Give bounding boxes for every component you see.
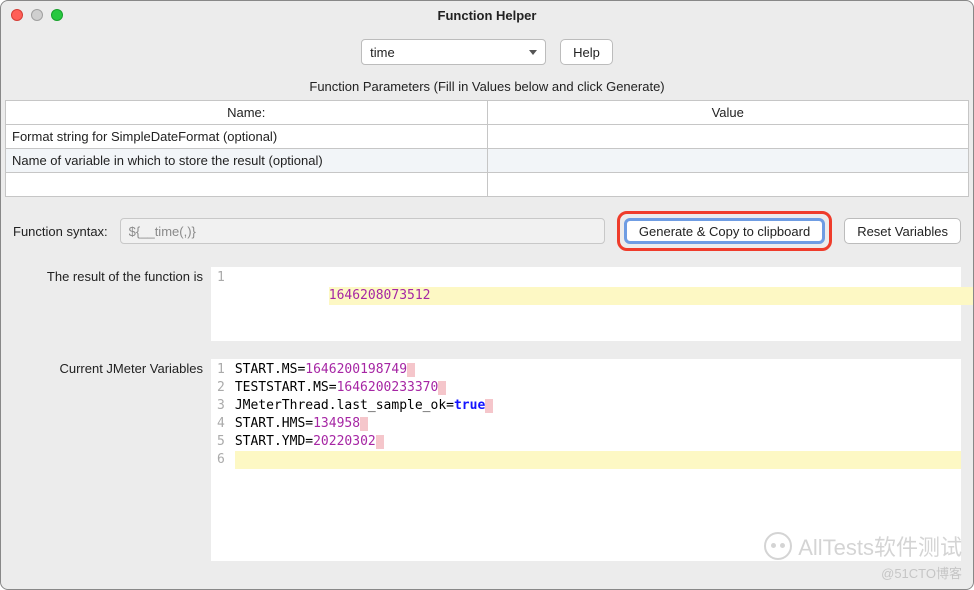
zoom-icon[interactable] <box>51 9 63 21</box>
param-name-cell: Format string for SimpleDateFormat (opti… <box>6 125 488 149</box>
generate-button[interactable]: Generate & Copy to clipboard <box>624 218 825 244</box>
minimize-icon <box>31 9 43 21</box>
param-value-cell[interactable] <box>487 125 969 149</box>
window-title: Function Helper <box>11 8 963 23</box>
content: time Help Function Parameters (Fill in V… <box>1 29 973 589</box>
result-area: The result of the function is 1 16462080… <box>5 267 969 585</box>
window: Function Helper time Help Function Param… <box>0 0 974 590</box>
code-line: START.MS=1646200198749 <box>235 361 961 379</box>
generate-highlight: Generate & Copy to clipboard <box>617 211 832 251</box>
variables-row: Current JMeter Variables 1 2 3 4 5 6 STA… <box>13 359 961 561</box>
function-select-value: time <box>370 45 395 60</box>
function-syntax-input[interactable] <box>120 218 605 244</box>
variables-lines: START.MS=1646200198749TESTSTART.MS=16462… <box>235 359 961 561</box>
variables-gutter: 1 2 3 4 5 6 <box>211 359 235 561</box>
params-table-wrap: Name: Value Format string for SimpleDate… <box>5 100 969 197</box>
table-row: Name of variable in which to store the r… <box>6 149 969 173</box>
code-line: START.YMD=20220302 <box>235 433 961 451</box>
param-value-cell[interactable] <box>487 149 969 173</box>
help-button[interactable]: Help <box>560 39 613 65</box>
reset-variables-button[interactable]: Reset Variables <box>844 218 961 244</box>
table-row-empty <box>6 173 969 197</box>
result-codebox[interactable]: 1 1646208073512 <box>211 267 961 341</box>
result-label: The result of the function is <box>13 267 203 341</box>
variables-codebox[interactable]: 1 2 3 4 5 6 START.MS=1646200198749TESTST… <box>211 359 961 561</box>
close-icon[interactable] <box>11 9 23 21</box>
code-line: START.HMS=134958 <box>235 415 961 433</box>
function-select[interactable]: time <box>361 39 546 65</box>
code-line: TESTSTART.MS=1646200233370 <box>235 379 961 397</box>
titlebar: Function Helper <box>1 1 973 29</box>
code-line-empty <box>235 451 961 469</box>
empty-cell <box>487 173 969 197</box>
generate-button-label: Generate & Copy to clipboard <box>639 224 810 239</box>
reset-button-label: Reset Variables <box>857 224 948 239</box>
chevron-down-icon <box>529 50 537 55</box>
params-header-name: Name: <box>6 101 488 125</box>
params-header-value: Value <box>487 101 969 125</box>
table-row: Format string for SimpleDateFormat (opti… <box>6 125 969 149</box>
result-lines: 1646208073512 <box>235 267 961 341</box>
params-header-row: Name: Value <box>6 101 969 125</box>
result-row: The result of the function is 1 16462080… <box>13 267 961 341</box>
help-button-label: Help <box>573 45 600 60</box>
result-gutter: 1 <box>211 267 235 341</box>
params-table: Name: Value Format string for SimpleDate… <box>5 100 969 197</box>
traffic-lights <box>11 9 63 21</box>
params-caption: Function Parameters (Fill in Values belo… <box>5 79 969 94</box>
result-value: 1646208073512 <box>329 288 431 303</box>
function-syntax-row: Function syntax: Generate & Copy to clip… <box>5 211 969 267</box>
function-chooser-row: time Help <box>5 39 969 65</box>
variables-label: Current JMeter Variables <box>13 359 203 561</box>
function-syntax-label: Function syntax: <box>13 224 108 239</box>
param-name-cell: Name of variable in which to store the r… <box>6 149 488 173</box>
code-line: JMeterThread.last_sample_ok=true <box>235 397 961 415</box>
empty-cell <box>6 173 488 197</box>
